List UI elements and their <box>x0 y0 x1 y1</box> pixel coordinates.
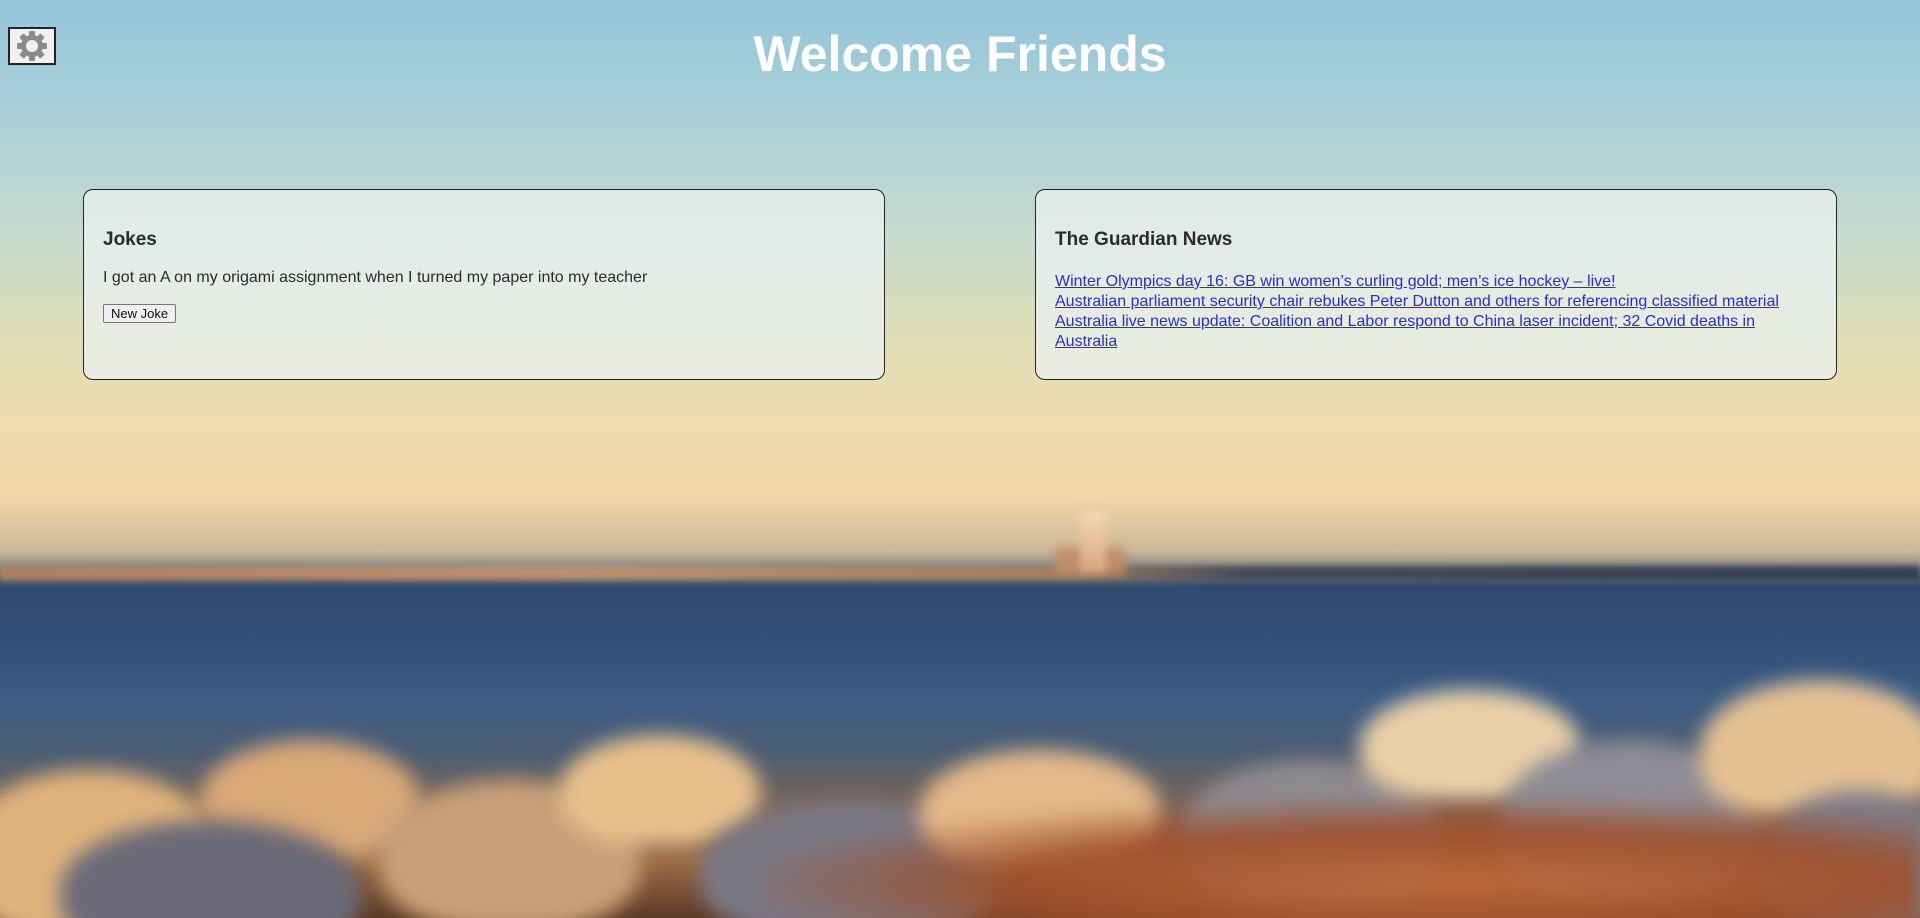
news-heading: The Guardian News <box>1055 229 1233 250</box>
dry-grass <box>760 800 1920 918</box>
page-title: Welcome Friends <box>753 26 1167 82</box>
news-card: The Guardian News Winter Olympics day 16… <box>1035 189 1837 380</box>
new-joke-button[interactable]: New Joke <box>103 304 177 323</box>
background-image <box>0 0 1920 918</box>
news-item: Australia live news update: Coalition an… <box>1055 312 1817 352</box>
news-item: Australian parliament security chair reb… <box>1055 292 1817 312</box>
news-list: Winter Olympics day 16: GB win women’s c… <box>1055 272 1817 352</box>
news-link[interactable]: Australia live news update: Coalition an… <box>1055 313 1755 350</box>
joke-text: I got an A on my origami assignment when… <box>103 269 648 286</box>
jokes-heading: Jokes <box>103 229 157 250</box>
horizon-pier <box>0 566 1920 580</box>
news-item: Winter Olympics day 16: GB win women’s c… <box>1055 272 1817 292</box>
jokes-card: Jokes I got an A on my origami assignmen… <box>83 189 885 380</box>
news-link[interactable]: Winter Olympics day 16: GB win women’s c… <box>1055 273 1616 290</box>
lighthouse <box>1080 512 1106 572</box>
news-link[interactable]: Australian parliament security chair reb… <box>1055 293 1779 310</box>
